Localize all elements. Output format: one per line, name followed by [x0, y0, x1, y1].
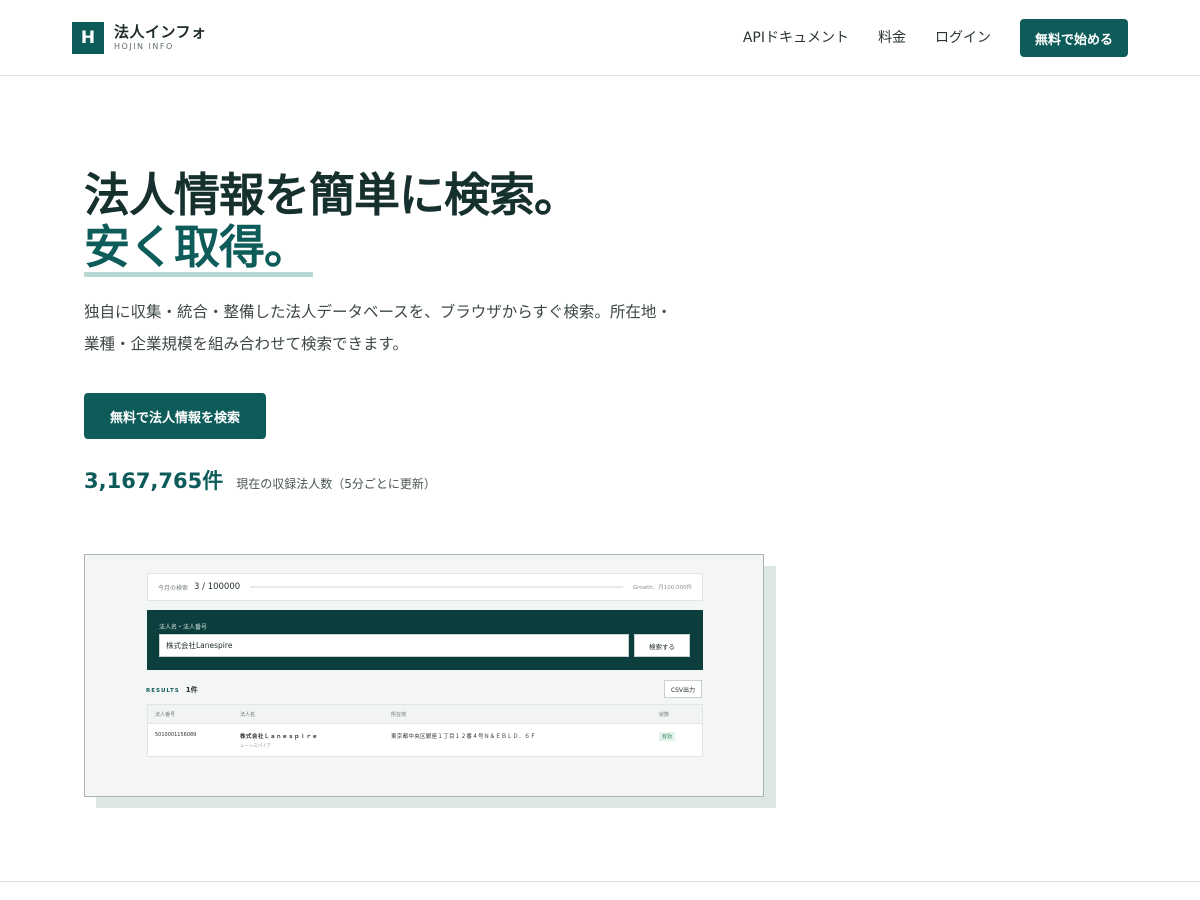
footer-divider: [0, 881, 1200, 882]
search-label: 法人名・法人番号: [159, 624, 208, 631]
nav-pricing[interactable]: 料金: [878, 19, 906, 57]
col-name: 法人名: [240, 712, 256, 718]
nav-login[interactable]: ログイン: [935, 19, 991, 57]
row-address: 東京都中央区銀座１丁目１２番４号Ｎ＆ＥＢＬＤ．６Ｆ: [391, 734, 537, 740]
logo-name: 法人インフォ: [114, 23, 207, 41]
hero-description: 独自に収集・統合・整備した法人データベースを、ブラウザからすぐ検索。所在地・業種…: [84, 303, 672, 353]
hero-title-highlight: 安く取得。: [84, 220, 310, 274]
search-button: 検索する: [634, 634, 690, 657]
company-count: 3,167,765件 現在の収録法人数（5分ごとに更新）: [84, 465, 436, 495]
col-number: 法人番号: [155, 712, 176, 718]
start-free-button[interactable]: 無料で始める: [1019, 19, 1128, 57]
usage-card: 今月の検索 3 / 100000 Growth：月100,000件: [147, 573, 703, 601]
table-header: 法人番号 法人名 所在地 状態: [148, 705, 702, 724]
search-free-button[interactable]: 無料で法人情報を検索: [84, 393, 266, 439]
col-address: 所在地: [391, 712, 407, 718]
results-heading: RESULTS 1件: [146, 685, 198, 695]
row-number: 5010001156089: [155, 732, 197, 738]
nav-api-docs[interactable]: APIドキュメント: [743, 19, 849, 57]
results-table: 法人番号 法人名 所在地 状態 5010001156089 株式会社Ｌａｎｅｓｐ…: [147, 704, 703, 757]
site-header: H 法人インフォ HOJIN INFO APIドキュメント 料金 ログイン 無料…: [0, 0, 1200, 76]
csv-export-button: CSV出力: [664, 680, 702, 698]
logo-text: 法人インフォ HOJIN INFO: [114, 25, 207, 51]
row-status-badge: 有効: [659, 732, 676, 741]
logo-mark: H: [72, 22, 104, 54]
row-kana: レーンスパイア: [240, 744, 272, 749]
hero-title: 法人情報を簡単に検索。: [84, 168, 580, 222]
title-underline: [84, 272, 313, 277]
col-status: 状態: [659, 712, 670, 718]
usage-label: 今月の検索: [158, 584, 189, 592]
row-name: 株式会社Ｌａｎｅｓｐｉｒｅ: [240, 734, 319, 740]
results-count: 1件: [185, 686, 198, 694]
usage-value: 3 / 100000: [194, 582, 241, 592]
company-count-value: 3,167,765件: [84, 469, 224, 493]
company-count-label: 現在の収録法人数（5分ごとに更新）: [236, 477, 436, 491]
usage-bar: [250, 586, 623, 588]
app-preview: 今月の検索 3 / 100000 Growth：月100,000件 法人名・法人…: [84, 554, 764, 797]
logo[interactable]: H 法人インフォ HOJIN INFO: [72, 22, 207, 54]
search-input: 株式会社Lanespire: [159, 634, 629, 657]
main-nav: APIドキュメント 料金 ログイン 無料で始める: [743, 19, 1128, 57]
usage-plan: Growth：月100,000件: [632, 585, 692, 591]
logo-subtitle: HOJIN INFO: [114, 42, 174, 51]
results-label: RESULTS: [146, 688, 180, 694]
search-panel: 法人名・法人番号 株式会社Lanespire 検索する: [147, 610, 703, 670]
